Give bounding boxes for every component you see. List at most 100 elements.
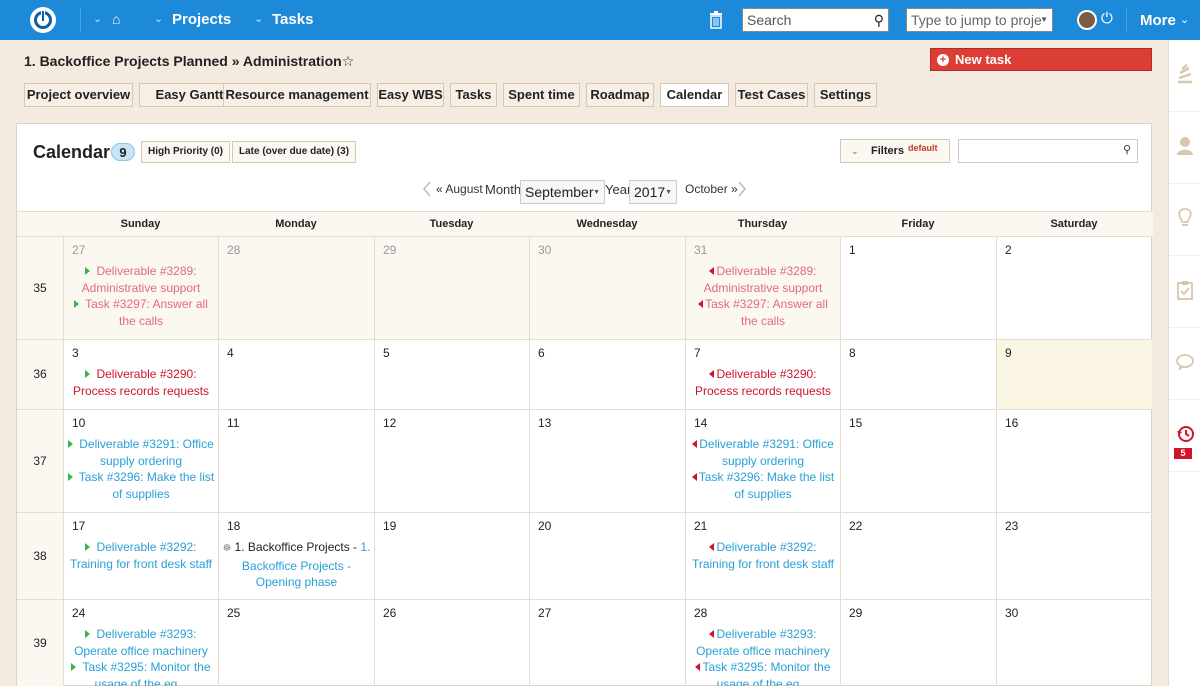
calendar-event[interactable]: Task #3297: Answer all the calls <box>689 296 837 329</box>
day-cell[interactable]: 27 <box>529 600 685 686</box>
calendar-event[interactable]: Deliverable #3292: Training for front de… <box>67 539 215 572</box>
rail-item-users[interactable] <box>1169 112 1200 184</box>
chevron-down-icon[interactable]: ⌄ <box>254 12 263 25</box>
nav-projects[interactable]: Projects <box>172 11 231 28</box>
day-cell[interactable]: 25 <box>218 600 374 686</box>
event-start-marker-icon <box>67 473 73 481</box>
day-cell[interactable]: 19 <box>374 513 529 600</box>
tab-settings[interactable]: Settings <box>814 83 877 107</box>
rail-item-chat[interactable] <box>1169 328 1200 400</box>
calendar-event[interactable]: Deliverable #3289: Administrative suppor… <box>67 263 215 296</box>
calendar-event[interactable]: Task #3295: Monitor the usage of the eq.… <box>689 659 837 686</box>
calendar-event[interactable]: Deliverable #3289: Administrative suppor… <box>689 263 837 296</box>
rail-item-history[interactable]: 5 <box>1169 400 1200 472</box>
high-priority-filter[interactable]: High Priority (0) <box>141 141 231 163</box>
avatar[interactable] <box>1077 10 1097 30</box>
day-cell[interactable]: 27 Deliverable #3289: Administrative supp… <box>63 237 218 340</box>
tab-test-cases[interactable]: Test Cases <box>735 83 808 107</box>
rail-item-activity[interactable] <box>1169 40 1200 112</box>
home-icon[interactable]: ⌂ <box>112 11 120 27</box>
calendar-event[interactable]: Deliverable #3290: Process records reque… <box>67 366 215 399</box>
day-cell[interactable]: 18 ☸ 1. Backoffice Projects - 1. Backoffic… <box>218 513 374 600</box>
day-cell[interactable]: 10 Deliverable #3291: Office supply order… <box>63 410 218 513</box>
day-cell[interactable]: 23 <box>996 513 1152 600</box>
day-cell[interactable]: 5 <box>374 340 529 410</box>
day-cell[interactable]: 31 Deliverable #3289: Administrative supp… <box>685 237 840 340</box>
chevron-down-icon[interactable]: ⌄ <box>93 12 102 25</box>
calendar-event[interactable]: Task #3297: Answer all the calls <box>67 296 215 329</box>
jump-to-project-select[interactable]: Type to jump to proje ▼ <box>906 8 1053 32</box>
day-cell[interactable]: 24 Deliverable #3293: Operate office mach… <box>63 600 218 686</box>
nav-divider <box>80 8 81 32</box>
calendar-event[interactable]: Task #3295: Monitor the usage of the eq.… <box>67 659 215 686</box>
day-cell[interactable]: 1 <box>840 237 996 340</box>
chevron-down-icon[interactable]: ⌄ <box>154 12 163 25</box>
tab-resource-management[interactable]: Resource management <box>223 83 371 107</box>
day-cell[interactable]: 17 Deliverable #3292: Training for front … <box>63 513 218 600</box>
calendar-event[interactable]: Deliverable #3293: Operate office machin… <box>67 626 215 659</box>
power-icon[interactable]: ⏻ <box>1101 10 1113 27</box>
day-cell[interactable]: 4 <box>218 340 374 410</box>
prev-month-arrow-icon[interactable] <box>420 180 434 198</box>
tab-calendar[interactable]: Calendar <box>660 83 729 107</box>
calendar-event[interactable]: Task #3296: Make the list of supplies <box>67 469 215 502</box>
year-select[interactable]: 2017 ▼ <box>629 180 677 204</box>
day-cell[interactable]: 13 <box>529 410 685 513</box>
day-cell[interactable]: 30 <box>529 237 685 340</box>
prev-month-link[interactable]: « August <box>436 182 483 196</box>
day-cell[interactable]: 26 <box>374 600 529 686</box>
tab-project-overview[interactable]: Project overview <box>24 83 133 107</box>
day-cell[interactable]: 22 <box>840 513 996 600</box>
filters-toggle[interactable]: ⌄ Filters default <box>840 139 950 163</box>
day-cell[interactable]: 21 Deliverable #3292: Training for front … <box>685 513 840 600</box>
event-start-marker-icon <box>74 300 80 308</box>
late-filter[interactable]: Late (over due date) (3) <box>232 141 357 163</box>
event-title: Deliverable #3291: Office supply orderin… <box>79 437 214 468</box>
search-icon[interactable]: ⚲ <box>874 12 884 29</box>
calendar-event[interactable]: Deliverable #3290: Process records reque… <box>689 366 837 399</box>
day-cell[interactable]: 28 Deliverable #3293: Operate office mach… <box>685 600 840 686</box>
day-cell[interactable]: 29 <box>374 237 529 340</box>
search-input[interactable]: Search ⚲ <box>742 8 889 32</box>
day-cell[interactable]: 3 Deliverable #3290: Process records requ… <box>63 340 218 410</box>
day-cell[interactable]: 15 <box>840 410 996 513</box>
month-select[interactable]: September ▼ <box>520 180 605 204</box>
day-cell[interactable]: 14 Deliverable #3291: Office supply order… <box>685 410 840 513</box>
day-cell[interactable]: 29 <box>840 600 996 686</box>
next-month-link[interactable]: October » <box>685 182 738 196</box>
day-cell[interactable]: 16 <box>996 410 1152 513</box>
calendar-event[interactable]: Deliverable #3291: Office supply orderin… <box>689 436 837 469</box>
day-cell[interactable]: 28 <box>218 237 374 340</box>
day-cell[interactable]: 9 <box>996 340 1152 410</box>
day-cell[interactable]: 6 <box>529 340 685 410</box>
calendar-event[interactable]: Deliverable #3291: Office supply orderin… <box>67 436 215 469</box>
trash-icon[interactable] <box>709 11 723 29</box>
event-end-marker-icon <box>709 630 715 638</box>
calendar-event[interactable]: ☸ 1. Backoffice Projects - 1. Backoffice … <box>222 539 371 591</box>
day-cell[interactable]: 30 <box>996 600 1152 686</box>
next-month-arrow-icon[interactable] <box>735 180 749 198</box>
rail-item-ideas[interactable] <box>1169 184 1200 256</box>
day-cell[interactable]: 8 <box>840 340 996 410</box>
day-cell[interactable]: 20 <box>529 513 685 600</box>
filter-search-input[interactable]: ⚲ <box>958 139 1138 163</box>
calendar-event[interactable]: Deliverable #3293: Operate office machin… <box>689 626 837 659</box>
new-task-button[interactable]: + New task <box>930 48 1152 71</box>
more-menu[interactable]: More <box>1140 12 1176 29</box>
calendar-event[interactable]: Deliverable #3292: Training for front de… <box>689 539 837 572</box>
favorite-star-icon[interactable]: ☆ <box>342 53 355 69</box>
calendar-event[interactable]: Task #3296: Make the list of supplies <box>689 469 837 502</box>
tab-roadmap[interactable]: Roadmap <box>586 83 654 107</box>
logo-icon[interactable] <box>30 7 56 33</box>
search-icon[interactable]: ⚲ <box>1123 143 1131 156</box>
day-cell[interactable]: 12 <box>374 410 529 513</box>
tab-tasks[interactable]: Tasks <box>450 83 497 107</box>
rail-item-checklist[interactable] <box>1169 256 1200 328</box>
tab-spent-time[interactable]: Spent time <box>503 83 580 107</box>
day-cell[interactable]: 7 Deliverable #3290: Process records requ… <box>685 340 840 410</box>
day-cell[interactable]: 11 <box>218 410 374 513</box>
tab-easy-wbs[interactable]: Easy WBS <box>377 83 444 107</box>
day-cell[interactable]: 2 <box>996 237 1152 340</box>
nav-tasks[interactable]: Tasks <box>272 11 313 28</box>
chevron-down-icon[interactable]: ⌄ <box>1180 13 1189 26</box>
